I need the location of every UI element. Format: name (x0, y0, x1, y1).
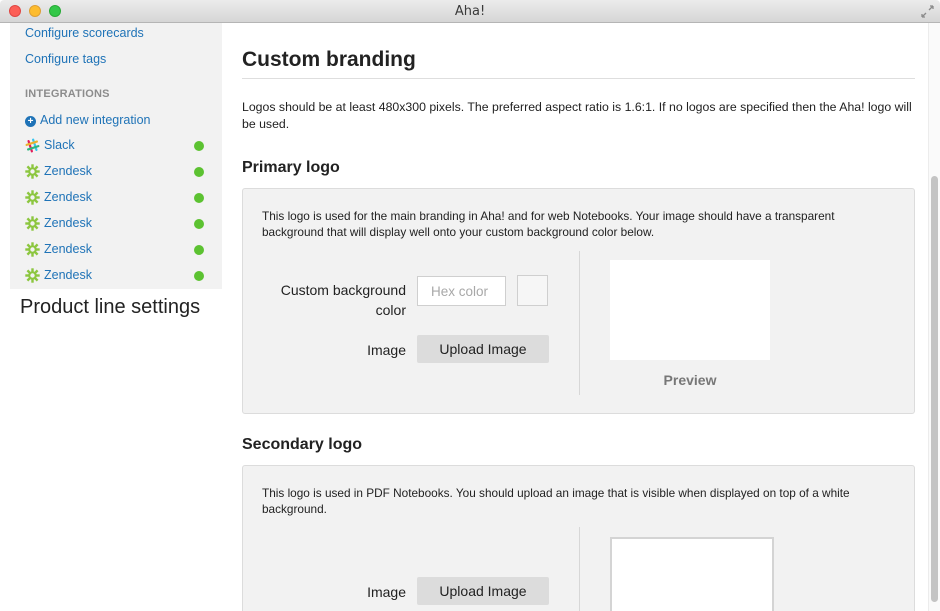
color-swatch[interactable] (517, 275, 548, 306)
integration-item-zendesk[interactable]: Zendesk (25, 189, 207, 207)
product-line-settings-heading[interactable]: Product line settings (20, 296, 200, 319)
secondary-logo-heading: Secondary logo (242, 436, 363, 453)
integration-label: Zendesk (44, 190, 92, 204)
slack-icon (25, 138, 40, 153)
upload-image-button[interactable]: Upload Image (417, 577, 549, 605)
page-title: Custom branding (242, 48, 416, 71)
status-active-dot (194, 219, 204, 229)
primary-logo-description: This logo is used for the main branding … (262, 209, 835, 239)
zendesk-icon (25, 190, 40, 205)
primary-logo-card: This logo is used for the main branding … (242, 188, 915, 414)
intro-text: Logos should be at least 480x300 pixels.… (242, 100, 912, 131)
window-title: Aha! (454, 4, 486, 19)
primary-logo-heading: Primary logo (242, 159, 340, 176)
fullscreen-icon[interactable] (921, 5, 934, 18)
add-integration-label: Add new integration (40, 113, 151, 127)
integration-item-zendesk[interactable]: Zendesk (25, 267, 207, 285)
secondary-logo-card: This logo is used in PDF Notebooks. You … (242, 465, 915, 611)
integration-label: Zendesk (44, 164, 92, 178)
image-label: Image (367, 342, 406, 358)
secondary-logo-description: This logo is used in PDF Notebooks. You … (262, 486, 850, 516)
add-integration-link[interactable]: + Add new integration (25, 113, 151, 127)
sidebar: Configure scorecards Configure tags INTE… (0, 23, 222, 611)
zendesk-icon (25, 242, 40, 257)
status-active-dot (194, 167, 204, 177)
main-content: Custom branding Logos should be at least… (222, 23, 928, 611)
integration-label: Zendesk (44, 268, 92, 282)
window-titlebar: Aha! (0, 0, 940, 23)
status-active-dot (194, 141, 204, 151)
image-label: Image (367, 584, 406, 600)
sidebar-link-configure-tags[interactable]: Configure tags (25, 52, 106, 66)
vertical-scrollbar[interactable] (928, 23, 940, 611)
integration-label: Slack (44, 138, 75, 152)
integration-item-zendesk[interactable]: Zendesk (25, 215, 207, 233)
zendesk-icon (25, 216, 40, 231)
integrations-heading: INTEGRATIONS (25, 88, 110, 100)
zendesk-icon (25, 268, 40, 283)
status-active-dot (194, 271, 204, 281)
status-active-dot (194, 245, 204, 255)
scrollbar-thumb[interactable] (931, 176, 938, 602)
custom-bg-color-label: Custom background color (280, 282, 406, 318)
logo-preview-box (610, 260, 770, 360)
integration-item-zendesk[interactable]: Zendesk (25, 241, 207, 259)
integration-item-slack[interactable]: Slack (25, 137, 207, 155)
hex-color-input[interactable] (417, 276, 506, 306)
card-divider (579, 251, 580, 395)
preview-label: Preview (663, 372, 717, 388)
card-divider (579, 527, 580, 611)
sidebar-link-configure-scorecards[interactable]: Configure scorecards (25, 26, 144, 40)
status-active-dot (194, 193, 204, 203)
plus-circle-icon: + (25, 116, 36, 127)
logo-preview-box (610, 537, 774, 611)
integration-label: Zendesk (44, 242, 92, 256)
zendesk-icon (25, 164, 40, 179)
integration-item-zendesk[interactable]: Zendesk (25, 163, 207, 181)
upload-image-button[interactable]: Upload Image (417, 335, 549, 363)
title-divider (242, 78, 915, 79)
integration-label: Zendesk (44, 216, 92, 230)
